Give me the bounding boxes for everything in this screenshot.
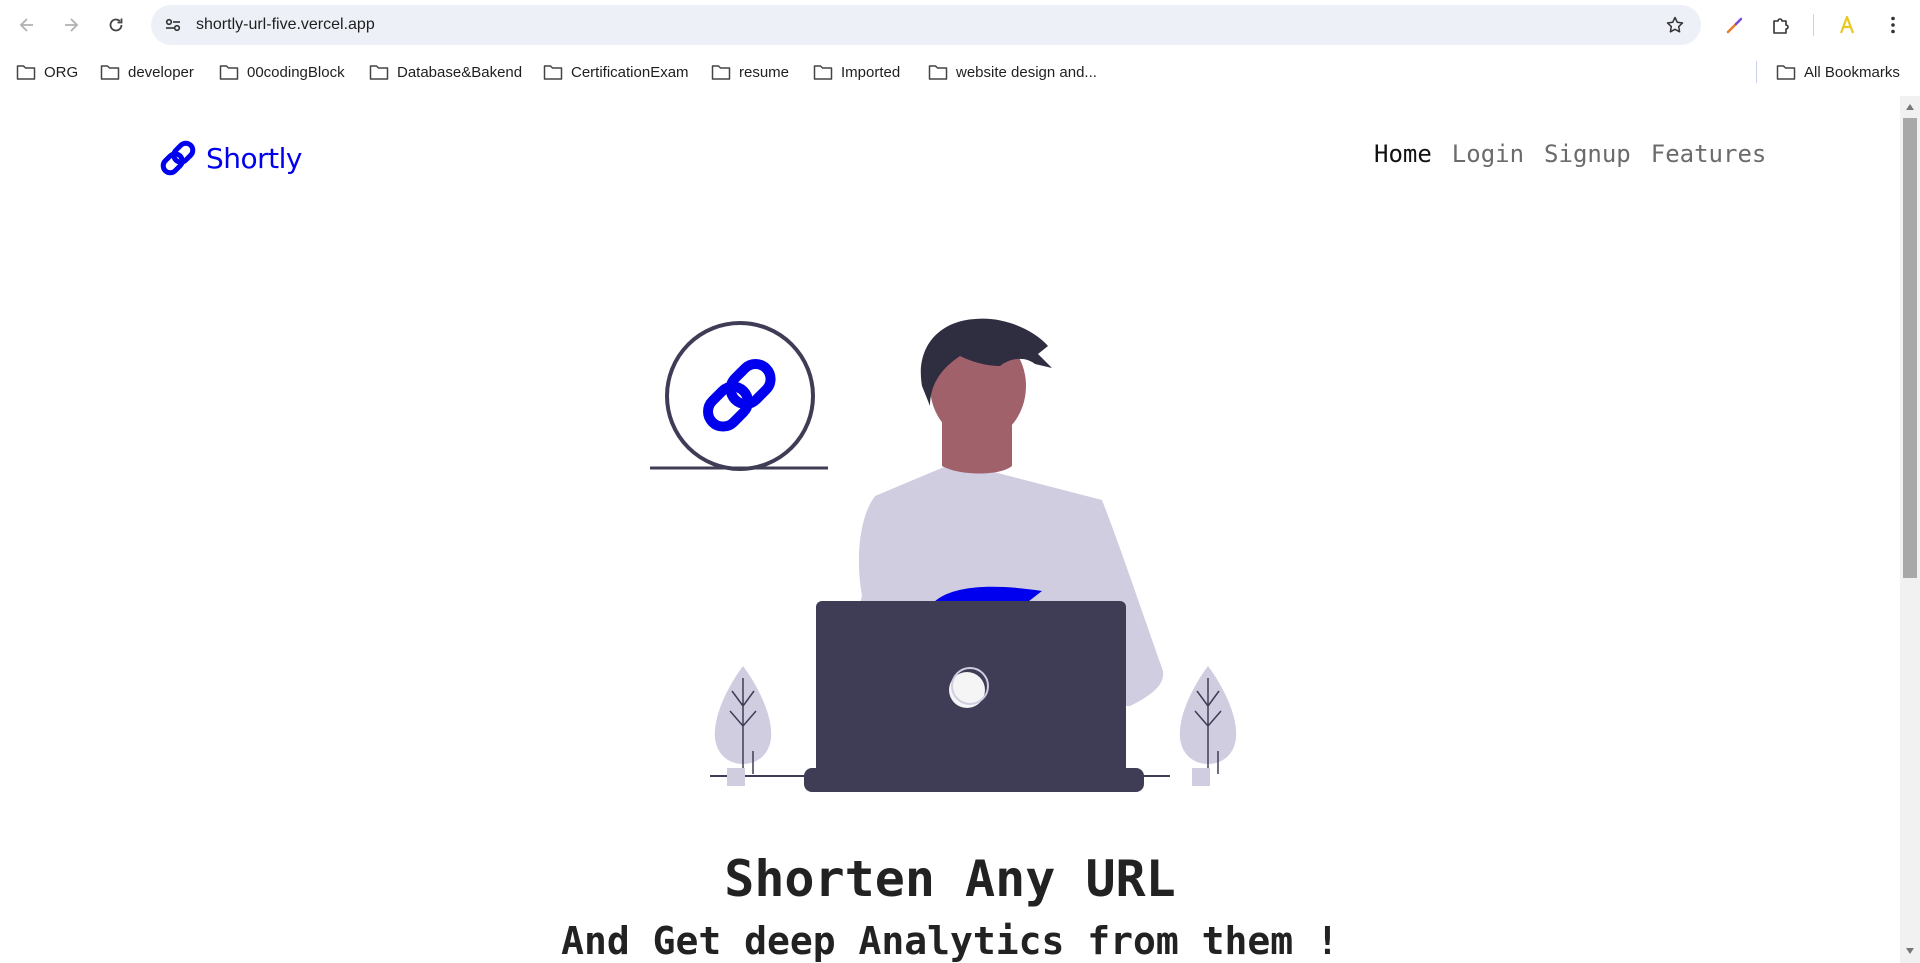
- toolbar-divider: [1813, 14, 1814, 36]
- site-navigation: Home Login Signup Features: [1374, 140, 1766, 168]
- page-viewport: Shortly Home Login Signup Features Short…: [0, 96, 1900, 963]
- folder-icon: [543, 65, 563, 80]
- reload-icon: [109, 18, 123, 32]
- bookmark-label: website design and...: [956, 63, 1097, 81]
- bookmark-folder-00codingblock[interactable]: 00codingBlock: [219, 61, 345, 83]
- profile-avatar-icon[interactable]: [1836, 14, 1858, 36]
- arrow-left-icon: [19, 18, 33, 32]
- bookmark-folder-developer[interactable]: developer: [100, 61, 194, 83]
- bookmark-label: ORG: [44, 63, 79, 81]
- site-logo[interactable]: Shortly: [156, 136, 303, 180]
- scrollbar-thumb[interactable]: [1903, 118, 1917, 578]
- bookmark-star-icon[interactable]: [1665, 15, 1685, 35]
- bookmark-folder-database-bakend[interactable]: Database&Bakend: [369, 61, 522, 83]
- plant-right: [1179, 666, 1237, 786]
- all-bookmarks-button[interactable]: All Bookmarks: [1776, 61, 1900, 83]
- folder-icon: [16, 65, 36, 80]
- hero-subtitle: And Get deep Analytics from them !: [561, 919, 1339, 963]
- back-button[interactable]: [11, 9, 43, 41]
- bookmark-label: 00codingBlock: [247, 63, 345, 81]
- link-circle-icon: [650, 321, 828, 471]
- scroll-up-arrow-icon[interactable]: [1904, 102, 1916, 112]
- bookmark-folder-website-design[interactable]: website design and...: [928, 61, 1097, 83]
- folder-icon: [369, 65, 389, 80]
- bookmarks-divider: [1756, 61, 1757, 83]
- site-settings-icon[interactable]: [163, 15, 183, 35]
- color-picker-extension-icon[interactable]: [1724, 14, 1746, 36]
- folder-icon: [813, 65, 833, 80]
- bookmark-label: CertificationExam: [571, 63, 689, 81]
- nav-signup[interactable]: Signup: [1544, 140, 1631, 168]
- forward-button[interactable]: [55, 9, 87, 41]
- nav-login[interactable]: Login: [1452, 140, 1524, 168]
- address-bar[interactable]: shortly-url-five.vercel.app: [151, 5, 1701, 45]
- nav-features[interactable]: Features: [1651, 140, 1767, 168]
- nav-home[interactable]: Home: [1374, 140, 1432, 168]
- hero-illustration: [650, 318, 1237, 792]
- folder-icon: [711, 65, 731, 80]
- brand-name: Shortly: [206, 141, 303, 175]
- arrow-right-icon: [65, 18, 79, 32]
- bookmark-folder-certificationexam[interactable]: CertificationExam: [543, 61, 689, 83]
- page-scrollbar[interactable]: [1900, 96, 1920, 963]
- address-url[interactable]: shortly-url-five.vercel.app: [196, 16, 375, 34]
- bookmark-label: resume: [739, 63, 790, 81]
- bookmark-folder-org[interactable]: ORG: [16, 61, 78, 83]
- bookmark-label: Database&Bakend: [397, 63, 523, 81]
- bookmark-label: Imported: [841, 63, 901, 81]
- scroll-down-arrow-icon[interactable]: [1904, 946, 1916, 956]
- folder-icon: [1776, 65, 1796, 80]
- extensions-puzzle-icon[interactable]: [1770, 14, 1792, 36]
- bookmark-folder-imported[interactable]: Imported: [813, 61, 900, 83]
- laptop: [804, 601, 1144, 792]
- folder-icon: [219, 65, 239, 80]
- bookmarks-bar: ORG developer 00codingBlock Database&Bak…: [0, 50, 1920, 94]
- link-chain-icon: [160, 140, 196, 176]
- browser-menu-icon[interactable]: [1882, 14, 1904, 36]
- bookmark-label: developer: [128, 63, 194, 81]
- all-bookmarks-label: All Bookmarks: [1804, 63, 1900, 81]
- reload-button[interactable]: [100, 9, 132, 41]
- bookmark-folder-resume[interactable]: resume: [711, 61, 789, 83]
- folder-icon: [100, 65, 120, 80]
- hero-title: Shorten Any URL: [724, 850, 1176, 908]
- browser-toolbar: shortly-url-five.vercel.app: [0, 0, 1920, 50]
- plant-left: [714, 666, 772, 786]
- folder-icon: [928, 65, 948, 80]
